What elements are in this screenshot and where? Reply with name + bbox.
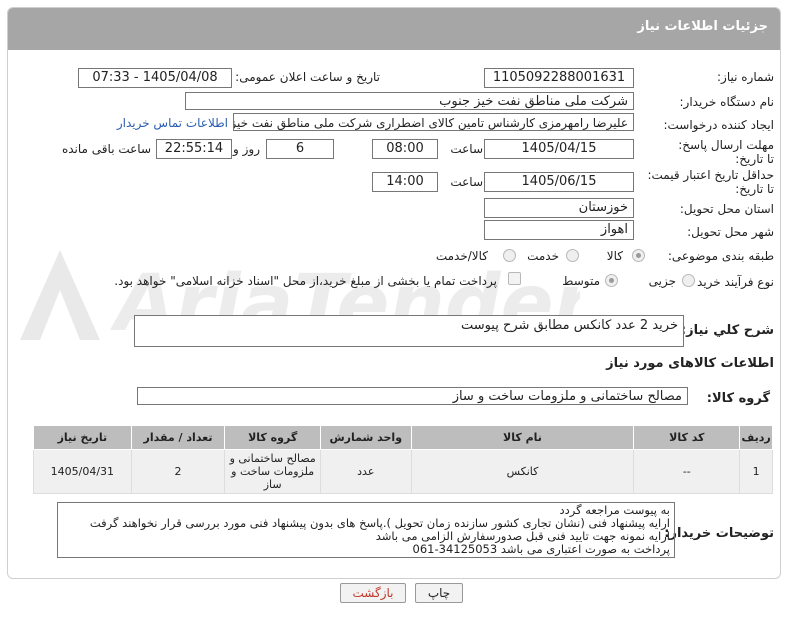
treasury-payment-checkbox[interactable] [508, 272, 521, 285]
creator-field: علیرضا رامهرمزی کارشناس تامین کالای اضطر… [233, 113, 634, 131]
announce-field: 1405/04/08 - 07:33 [78, 68, 232, 88]
city-field: اهواز [484, 220, 634, 240]
reply-time-field: 08:00 [372, 139, 438, 159]
description-label: شرح کلي نياز: [680, 323, 774, 338]
goods-group-label: گروه کالا: [706, 391, 770, 406]
goods-info-heading: اطلاعات کالاهای مورد نیاز [606, 356, 774, 371]
reply-time-label: ساعت [450, 142, 483, 156]
buyer-note-line: پرداخت به صورت اعتباری می باشد 34125053-… [412, 542, 670, 556]
days-label: روز و [233, 142, 260, 156]
category-radio-goods[interactable] [632, 249, 645, 262]
reply-date-field: 1405/04/15 [484, 139, 634, 159]
province-field: خوزستان [484, 198, 634, 218]
remaining-label: ساعت باقی مانده [61, 142, 151, 156]
category-radio-service[interactable] [566, 249, 579, 262]
days-field: 6 [266, 139, 334, 159]
col-group: گروه کالا [224, 425, 321, 450]
contact-info-link[interactable]: اطلاعات تماس خریدار [117, 116, 228, 130]
back-button[interactable]: بازگشت [340, 583, 406, 603]
process-option-medium: متوسط [562, 274, 600, 288]
table-header-row: ردیف کد کالا نام کالا واحد شمارش گروه کا… [33, 425, 773, 450]
goods-group-field: مصالح ساختمانی و ملزومات ساخت و ساز [137, 387, 688, 405]
need-number-field: 1105092288001631 [484, 68, 634, 88]
announce-label: تاریخ و ساعت اعلان عمومی: [235, 70, 380, 84]
goods-table: ردیف کد کالا نام کالا واحد شمارش گروه کا… [33, 425, 773, 494]
col-name: نام کالا [410, 425, 635, 450]
cell-date: 1405/04/31 [33, 449, 132, 494]
col-qty: تعداد / مقدار [130, 425, 226, 450]
price-time-label: ساعت [450, 175, 483, 189]
buyer-org-label: نام دستگاه خریدار: [679, 95, 775, 109]
cell-code: -- [633, 449, 741, 494]
category-option-goods: کالا [606, 249, 623, 263]
cell-qty: 2 [130, 449, 226, 494]
category-option-goods-service: کالا/خدمت [435, 249, 488, 263]
process-option-minor: جزیی [648, 274, 676, 288]
process-radio-minor[interactable] [682, 274, 695, 287]
creator-label: ایجاد کننده درخواست: [663, 118, 774, 132]
description-field: خرید 2 عدد کانکس مطابق شرح پیوست [134, 315, 684, 347]
print-button[interactable]: چاپ [415, 583, 463, 603]
col-unit: واحد شمارش [319, 425, 412, 450]
price-time-field: 14:00 [372, 172, 438, 192]
reply-deadline-label: مهلت ارسال پاسخ: تا تاریخ: [678, 138, 774, 166]
cell-group: مصالح ساختمانی و ملزومات ساخت و ساز [224, 449, 321, 494]
province-label: استان محل تحویل: [679, 202, 774, 216]
panel-title: جزئیات اطلاعات نیاز [8, 8, 780, 50]
process-label: نوع فرآیند خرید : [689, 275, 774, 289]
cell-row: 1 [739, 449, 773, 494]
col-row: ردیف [739, 425, 773, 450]
category-radio-goods-service[interactable] [503, 249, 516, 262]
cell-name: کانکس [410, 449, 635, 494]
description-text: خرید 2 عدد کانکس مطابق شرح پیوست [460, 318, 678, 333]
city-label: شهر محل تحویل: [687, 225, 774, 239]
col-date: تاریخ نیاز [33, 425, 132, 450]
treasury-payment-note: پرداخت تمام یا بخشی از مبلغ خرید،از محل … [114, 274, 497, 288]
table-row[interactable]: 1 -- کانکس عدد مصالح ساختمانی و ملزومات … [33, 449, 773, 494]
buyer-notes-label: توضیحات خریدار: [664, 526, 774, 541]
buyer-org-field: شرکت ملی مناطق نفت خیز جنوب [185, 92, 634, 110]
category-label: طبقه بندی موضوعی: [667, 249, 774, 263]
cell-unit: عدد [319, 449, 412, 494]
page: جزئیات اطلاعات نیاز AriaTender.net شماره… [0, 0, 788, 619]
process-radio-medium[interactable] [605, 274, 618, 287]
remaining-time-field: 22:55:14 [156, 139, 232, 159]
price-validity-label: حداقل تاریخ اعتبار قیمت: تا تاریخ: [647, 168, 774, 196]
category-option-service: خدمت [527, 249, 559, 263]
col-code: کد کالا [633, 425, 741, 450]
need-number-label: شماره نیاز: [717, 70, 774, 84]
price-date-field: 1405/06/15 [484, 172, 634, 192]
buyer-notes-field: به پیوست مراجعه گردد ارایه پیشنهاد فنی (… [57, 502, 675, 558]
